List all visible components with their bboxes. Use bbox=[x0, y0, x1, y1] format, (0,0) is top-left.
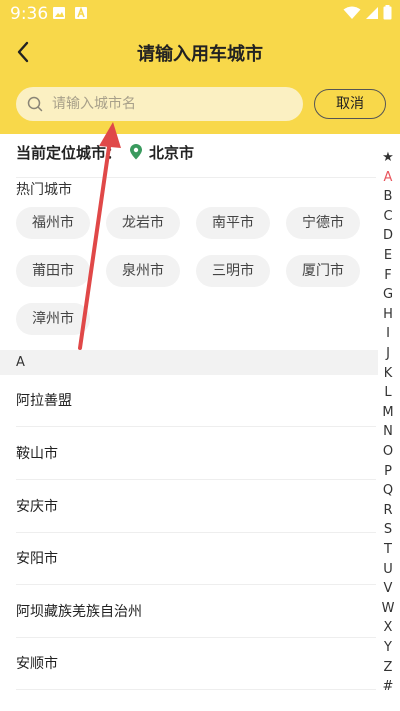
index-letter[interactable]: # bbox=[378, 679, 398, 694]
location-city[interactable]: 北京市 bbox=[149, 142, 194, 163]
location-label: 当前定位城市： bbox=[16, 143, 122, 162]
location-pin-icon bbox=[130, 144, 143, 160]
city-list-item[interactable]: 安庆市 bbox=[16, 481, 376, 533]
page-title: 请输入用车城市 bbox=[137, 44, 263, 65]
index-letter[interactable]: V bbox=[378, 581, 398, 596]
index-letter[interactable]: H bbox=[378, 307, 398, 322]
search-input[interactable] bbox=[52, 93, 292, 115]
index-letter[interactable]: U bbox=[378, 562, 398, 577]
search-row: 取消 bbox=[0, 86, 400, 122]
hot-city-chip[interactable]: 厦门市 bbox=[286, 255, 360, 287]
index-letter[interactable]: Y bbox=[378, 640, 398, 655]
index-letter[interactable]: L bbox=[378, 385, 398, 400]
index-letter[interactable]: B bbox=[378, 189, 398, 204]
index-letter[interactable]: G bbox=[378, 287, 398, 302]
index-letter[interactable]: O bbox=[378, 444, 398, 459]
current-location-row: 当前定位城市： 北京市 bbox=[16, 141, 194, 163]
index-letter[interactable]: J bbox=[378, 346, 398, 361]
index-letter[interactable]: P bbox=[378, 464, 398, 479]
header-bar: 9:36 请输入用车城市 请输入城市名 取消 bbox=[0, 0, 400, 134]
city-list-item[interactable]: 阿拉善盟 bbox=[16, 375, 376, 427]
city-list-item[interactable]: 鞍山市 bbox=[16, 428, 376, 480]
cancel-button[interactable]: 取消 bbox=[314, 89, 386, 119]
image-notification-icon bbox=[53, 7, 65, 19]
hot-cities-label: 热门城市 bbox=[16, 182, 72, 198]
hot-city-chip[interactable]: 南平市 bbox=[196, 207, 270, 239]
index-letter[interactable]: ★ bbox=[378, 150, 398, 165]
wifi-icon bbox=[343, 6, 361, 19]
city-list-item[interactable]: 安阳市 bbox=[16, 533, 376, 585]
hot-city-chip[interactable]: 宁德市 bbox=[286, 207, 360, 239]
battery-icon bbox=[383, 5, 392, 20]
index-letter[interactable]: M bbox=[378, 405, 398, 420]
index-letter[interactable]: C bbox=[378, 209, 398, 224]
city-list-item[interactable]: 安顺市 bbox=[16, 638, 376, 690]
index-letter[interactable]: S bbox=[378, 522, 398, 537]
index-letter[interactable]: X bbox=[378, 620, 398, 635]
index-letter[interactable]: E bbox=[378, 248, 398, 263]
search-box[interactable] bbox=[16, 87, 303, 121]
city-list-item[interactable]: 阿坝藏族羌族自治州 bbox=[16, 586, 376, 638]
index-letter[interactable]: T bbox=[378, 542, 398, 557]
hot-city-chip[interactable]: 漳州市 bbox=[16, 303, 90, 335]
index-letter[interactable]: I bbox=[378, 326, 398, 341]
hot-city-chip[interactable]: 三明市 bbox=[196, 255, 270, 287]
title-bar: 请输入用车城市 bbox=[0, 30, 400, 74]
index-letter[interactable]: D bbox=[378, 228, 398, 243]
app-notification-icon bbox=[75, 6, 87, 19]
index-letter[interactable]: W bbox=[378, 601, 398, 616]
index-letter[interactable]: N bbox=[378, 424, 398, 439]
index-letter[interactable]: Z bbox=[378, 660, 398, 675]
status-bar: 9:36 bbox=[0, 0, 400, 28]
hot-city-chip[interactable]: 泉州市 bbox=[106, 255, 180, 287]
index-letter[interactable]: A bbox=[378, 170, 398, 185]
section-header-a: A bbox=[0, 350, 378, 375]
search-icon bbox=[27, 96, 43, 112]
index-letter[interactable]: R bbox=[378, 503, 398, 518]
status-time: 9:36 bbox=[10, 4, 49, 24]
index-letter[interactable]: F bbox=[378, 268, 398, 283]
index-letter[interactable]: K bbox=[378, 366, 398, 381]
hot-city-chip[interactable]: 福州市 bbox=[16, 207, 90, 239]
hot-city-chip[interactable]: 龙岩市 bbox=[106, 207, 180, 239]
index-letter[interactable]: Q bbox=[378, 483, 398, 498]
hot-city-chip[interactable]: 莆田市 bbox=[16, 255, 90, 287]
cell-signal-icon bbox=[366, 6, 378, 19]
divider bbox=[16, 177, 376, 178]
